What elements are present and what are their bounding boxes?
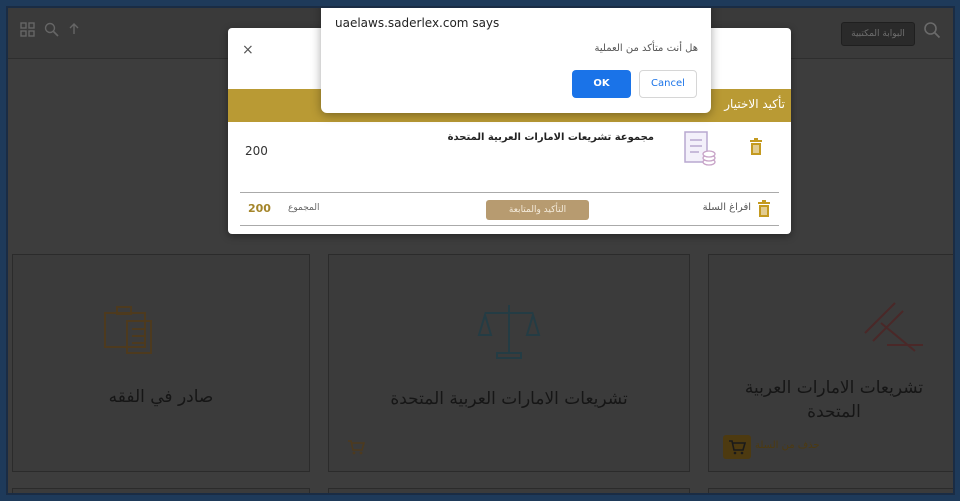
card-title: تشريعات الامارات العربية المتحدة [390, 389, 628, 409]
close-icon[interactable]: × [242, 42, 254, 58]
item-title: مجموعة تشريعات الامارات العربية المتحدة [447, 132, 654, 143]
card-partial [708, 488, 953, 493]
search-icon[interactable] [923, 21, 941, 39]
cart-icon[interactable] [347, 438, 369, 460]
divider [240, 192, 779, 193]
dialog-origin: uaelaws.saderlex.com says [335, 16, 500, 30]
remove-from-cart-button[interactable] [723, 435, 751, 459]
cancel-button[interactable]: Cancel [639, 70, 697, 98]
total-value: 200 [248, 202, 271, 215]
card-uae-legislation[interactable]: تشريعات الامارات العربية المتحدة [328, 254, 690, 472]
trash-icon[interactable] [756, 200, 772, 222]
gavel-icon [855, 293, 925, 361]
card-title: صادر في الفقه [108, 387, 214, 407]
ok-button[interactable]: OK [572, 70, 631, 98]
upload-icon[interactable] [66, 22, 82, 38]
grid-icon[interactable] [20, 22, 36, 38]
card-title: تشريعات الامارات العربية [744, 378, 924, 398]
app-window: البوابة المكتبية صادر في الفقه تشريعات ا… [6, 6, 955, 495]
card-partial [328, 488, 690, 493]
portal-button[interactable]: البوابة المكتبية [841, 22, 915, 46]
divider [240, 225, 779, 226]
cart-item-row: 200 مجموعة تشريعات الامارات العربية المت… [228, 122, 791, 186]
modal-title: تأكيد الاختيار [724, 97, 785, 111]
card-partial [12, 488, 310, 493]
scales-icon [475, 299, 543, 367]
empty-cart-link[interactable]: افراغ السلة [703, 202, 751, 213]
dialog-message: هل أنت متأكد من العملية [594, 43, 698, 54]
cart-icon [729, 440, 747, 455]
remove-from-cart-label[interactable]: حذف من السلة [755, 440, 820, 451]
trash-icon[interactable] [748, 138, 764, 160]
card-title-line2: المتحدة [807, 402, 861, 422]
card-uae-legislation-2[interactable]: تشريعات الامارات العربية المتحدة حذف من … [708, 254, 953, 472]
briefcase-icon [101, 299, 165, 367]
card-fiqh[interactable]: صادر في الفقه [12, 254, 310, 472]
document-icon [681, 128, 719, 176]
search-history-icon[interactable] [44, 22, 60, 38]
confirm-and-continue-button[interactable]: التأكيد والمتابعة [486, 200, 589, 220]
total-label: المجموع [288, 203, 320, 213]
browser-confirm-dialog: uaelaws.saderlex.com says هل أنت متأكد م… [321, 8, 711, 113]
item-price: 200 [245, 144, 268, 158]
